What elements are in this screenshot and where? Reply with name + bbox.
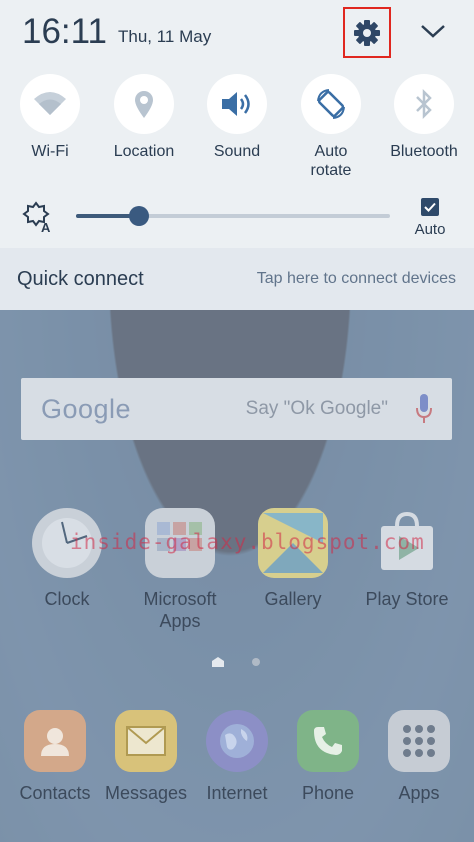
google-logo: Google — [41, 393, 132, 424]
toggle-wifi[interactable]: Wi-Fi — [3, 74, 97, 161]
auto-brightness-label: Auto — [414, 221, 446, 238]
apps-grid-icon — [388, 710, 450, 772]
app-microsoft-apps[interactable]: Microsoft Apps — [135, 508, 225, 632]
toggle-label: Sound — [213, 143, 261, 160]
app-label: Contacts — [19, 783, 91, 803]
phone-icon — [297, 710, 359, 772]
app-label: Clock — [44, 589, 90, 609]
toggle-sound[interactable]: Sound — [190, 74, 284, 161]
app-label: Play Store — [365, 589, 449, 609]
toggle-label: Location — [113, 143, 175, 160]
dock-contacts[interactable]: Contacts — [10, 710, 100, 804]
app-play-store[interactable]: Play Store — [362, 508, 452, 610]
quick-connect-hint: Tap here to connect devices — [256, 270, 456, 287]
settings-button[interactable] — [343, 7, 391, 58]
bluetooth-icon — [416, 88, 432, 120]
brightness-thumb[interactable] — [128, 206, 149, 226]
quick-connect-title: Quick connect — [17, 267, 144, 290]
clock-date: Thu, 11 May — [118, 27, 212, 46]
app-clock[interactable]: Clock — [22, 508, 112, 610]
app-label: Internet — [206, 783, 268, 803]
dock-messages[interactable]: Messages — [101, 710, 191, 804]
toggle-label: Auto rotate — [310, 143, 352, 179]
microphone-icon[interactable] — [416, 394, 432, 424]
wifi-icon — [34, 92, 66, 115]
internet-icon — [206, 710, 268, 772]
app-label: Messages — [104, 783, 188, 803]
quick-settings-panel: 16:11 Thu, 11 May Wi-Fi Location Sound A… — [0, 0, 474, 248]
app-gallery[interactable]: Gallery — [248, 508, 338, 610]
toggle-label: Wi-Fi — [31, 143, 69, 160]
quick-connect-bar[interactable]: Quick connect Tap here to connect device… — [0, 248, 474, 310]
gear-icon — [354, 19, 380, 46]
toggle-location[interactable]: Location — [97, 74, 191, 161]
brightness-row: A Auto — [0, 195, 474, 245]
contacts-icon — [24, 710, 86, 772]
brightness-slider[interactable] — [76, 206, 390, 226]
chevron-down-icon[interactable] — [418, 20, 448, 42]
app-label: Apps — [398, 783, 440, 803]
page-indicator — [0, 655, 474, 667]
app-label: Phone — [301, 783, 355, 803]
voice-search-hint: Say "Ok Google" — [245, 398, 388, 419]
messages-icon — [115, 710, 177, 772]
auto-brightness-checkbox[interactable]: Auto — [410, 198, 450, 238]
toggle-auto-rotate[interactable]: Auto rotate — [284, 74, 378, 180]
location-icon — [135, 91, 153, 118]
google-search-bar[interactable]: Google Say "Ok Google" — [21, 378, 452, 440]
toggle-label: Bluetooth — [390, 143, 458, 160]
svg-text:A: A — [41, 220, 51, 233]
dock-internet[interactable]: Internet — [192, 710, 282, 804]
brightness-auto-icon: A — [22, 201, 51, 233]
dock-apps[interactable]: Apps — [374, 710, 464, 804]
toggle-bluetooth[interactable]: Bluetooth — [377, 74, 471, 161]
sound-icon — [222, 92, 250, 116]
auto-rotate-icon — [317, 89, 345, 119]
app-label: Gallery — [264, 589, 322, 609]
home-screen: Google Say "Ok Google" Clock Microsoft A… — [0, 310, 474, 842]
dock-phone[interactable]: Phone — [283, 710, 373, 804]
watermark-text: inside-galaxy.blogspot.com — [70, 530, 425, 554]
app-label: Microsoft Apps — [143, 589, 217, 631]
checkbox-checked-icon — [421, 198, 439, 216]
clock-time: 16:11 — [22, 12, 107, 51]
